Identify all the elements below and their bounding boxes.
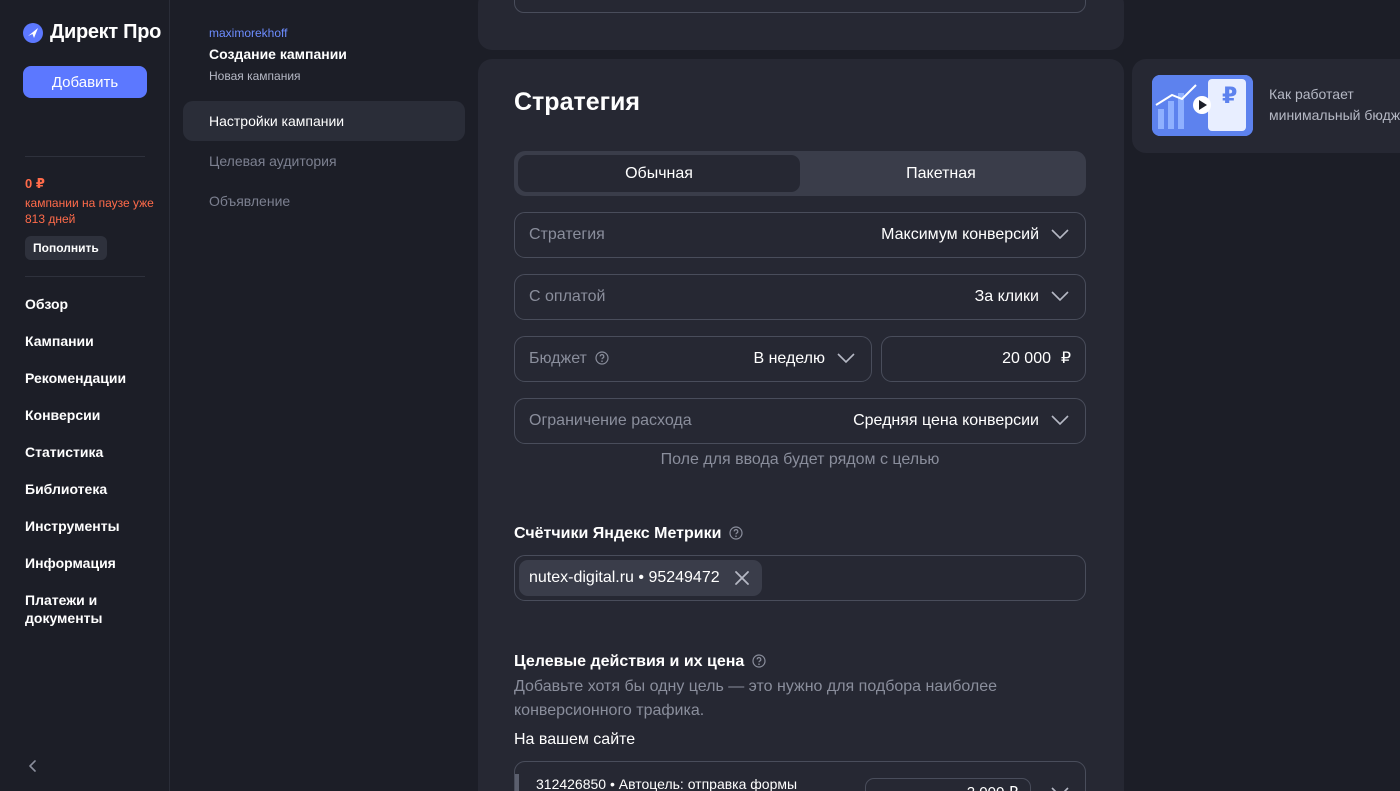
close-icon[interactable] [734, 570, 750, 586]
metrika-counter-chip: nutex-digital.ru • 95249472 [519, 560, 762, 596]
budget-amount-value: 20 000 [1002, 350, 1051, 367]
help-icon[interactable] [752, 654, 766, 668]
budget-period-select[interactable]: Бюджет В неделю [514, 336, 872, 382]
strategy-select-label: Стратегия [529, 226, 605, 243]
goal-price-input[interactable]: 2 000 ₽ [865, 778, 1031, 791]
main-nav: Обзор Кампании Рекомендации Конверсии Ст… [25, 294, 135, 634]
account-login[interactable]: maximorekhoff [209, 26, 287, 40]
step-campaign-settings[interactable]: Настройки кампании [183, 101, 465, 141]
help-video-title: Как работает минимальный бюдж [1269, 84, 1400, 126]
sidebar-divider [25, 156, 145, 157]
chevron-down-icon [1051, 415, 1069, 426]
help-video-title-line1: Как работает [1269, 86, 1354, 102]
nav-item-statistics[interactable]: Статистика [25, 442, 135, 479]
help-video-title-line2: минимальный бюдж [1269, 107, 1400, 123]
chevron-down-icon [1051, 291, 1069, 302]
logo[interactable]: Директ Про [22, 21, 161, 44]
budget-label-text: Бюджет [529, 350, 587, 367]
strategy-title: Стратегия [514, 88, 640, 116]
payment-select-value: За клики [974, 288, 1039, 305]
campaign-title: Создание кампании [209, 46, 347, 62]
strategy-card: Стратегия Обычная Пакетная Стратегия Мак… [478, 59, 1124, 791]
metrika-counter-chip-label: nutex-digital.ru • 95249472 [529, 569, 720, 586]
goals-title-text: Целевые действия и их цена [514, 653, 745, 670]
metrika-title: Счётчики Яндекс Метрики [514, 525, 744, 543]
add-button[interactable]: Добавить [23, 66, 147, 98]
nav-item-campaigns[interactable]: Кампании [25, 331, 135, 368]
pause-notice: кампании на паузе уже 813 дней [25, 196, 154, 226]
nav-item-library[interactable]: Библиотека [25, 479, 135, 516]
help-icon[interactable] [729, 526, 744, 540]
budget-amount-input[interactable]: 20 000 ₽ [881, 336, 1086, 382]
goals-site-title: На вашем сайте [514, 731, 636, 748]
budget-label: Бюджет [529, 337, 609, 381]
spend-limit-select[interactable]: Ограничение расхода Средняя цена конверс… [514, 398, 1086, 444]
collapse-sidebar-icon[interactable] [26, 758, 40, 774]
budget-period-value: В неделю [753, 350, 825, 367]
video-thumbnail: ₽ [1152, 75, 1253, 136]
payment-select-label: С оплатой [529, 288, 606, 305]
strategy-type-switch: Обычная Пакетная [514, 151, 1086, 196]
svg-text:₽: ₽ [1222, 84, 1237, 109]
spend-limit-value: Средняя цена конверсии [853, 412, 1039, 429]
main-sidebar: Директ Про Добавить 0 ₽ кампании на пауз… [0, 0, 170, 791]
chevron-down-icon [1051, 229, 1069, 240]
budget-currency: ₽ [1060, 350, 1071, 367]
chevron-down-icon [837, 353, 855, 364]
chevron-down-icon[interactable] [1051, 786, 1069, 791]
spend-limit-hint: Поле для ввода будет рядом с целью [660, 451, 940, 468]
balance-amount: 0 ₽ [25, 176, 45, 191]
tab-package[interactable]: Пакетная [800, 155, 1082, 192]
nav-item-information[interactable]: Информация [25, 553, 135, 590]
yandex-direct-logo-icon [23, 22, 43, 43]
topup-button[interactable]: Пополнить [25, 236, 107, 260]
goal-row: 312426850 • Автоцель: отправка формы 2 0… [514, 761, 1086, 791]
metrika-title-text: Счётчики Яндекс Метрики [514, 525, 722, 542]
step-ad[interactable]: Объявление [183, 181, 465, 221]
nav-item-recommendations[interactable]: Рекомендации [25, 368, 135, 405]
campaign-steps-panel: maximorekhoff Создание кампании Новая ка… [171, 0, 471, 791]
tab-regular[interactable]: Обычная [518, 155, 800, 192]
campaign-subtitle: Новая кампания [209, 69, 301, 83]
previous-section-card [478, 0, 1124, 50]
goal-row-marker [515, 774, 519, 791]
help-video-card[interactable]: ₽ Как работает минимальный бюдж [1132, 59, 1400, 153]
goals-description: Добавьте хотя бы одну цель — это нужно д… [514, 678, 998, 719]
video-thumbnail-illustration-icon: ₽ [1152, 75, 1253, 136]
strategy-select-value: Максимум конверсий [881, 226, 1039, 243]
goal-row-label: 312426850 • Автоцель: отправка формы [536, 776, 798, 791]
nav-item-overview[interactable]: Обзор [25, 294, 135, 331]
nav-item-conversions[interactable]: Конверсии [25, 405, 135, 442]
metrika-counters-input[interactable]: nutex-digital.ru • 95249472 [514, 555, 1086, 601]
goals-title: Целевые действия и их цена [514, 653, 766, 671]
previous-section-input[interactable] [514, 0, 1086, 13]
step-target-audience[interactable]: Целевая аудитория [183, 141, 465, 181]
strategy-select[interactable]: Стратегия Максимум конверсий [514, 212, 1086, 258]
sidebar-divider [25, 276, 145, 277]
spend-limit-label: Ограничение расхода [529, 412, 692, 429]
nav-item-payments[interactable]: Платежи и документы [25, 590, 135, 634]
logo-text: Директ Про [50, 21, 162, 43]
payment-select[interactable]: С оплатой За клики [514, 274, 1086, 320]
nav-item-tools[interactable]: Инструменты [25, 516, 135, 553]
help-icon[interactable] [595, 351, 609, 365]
